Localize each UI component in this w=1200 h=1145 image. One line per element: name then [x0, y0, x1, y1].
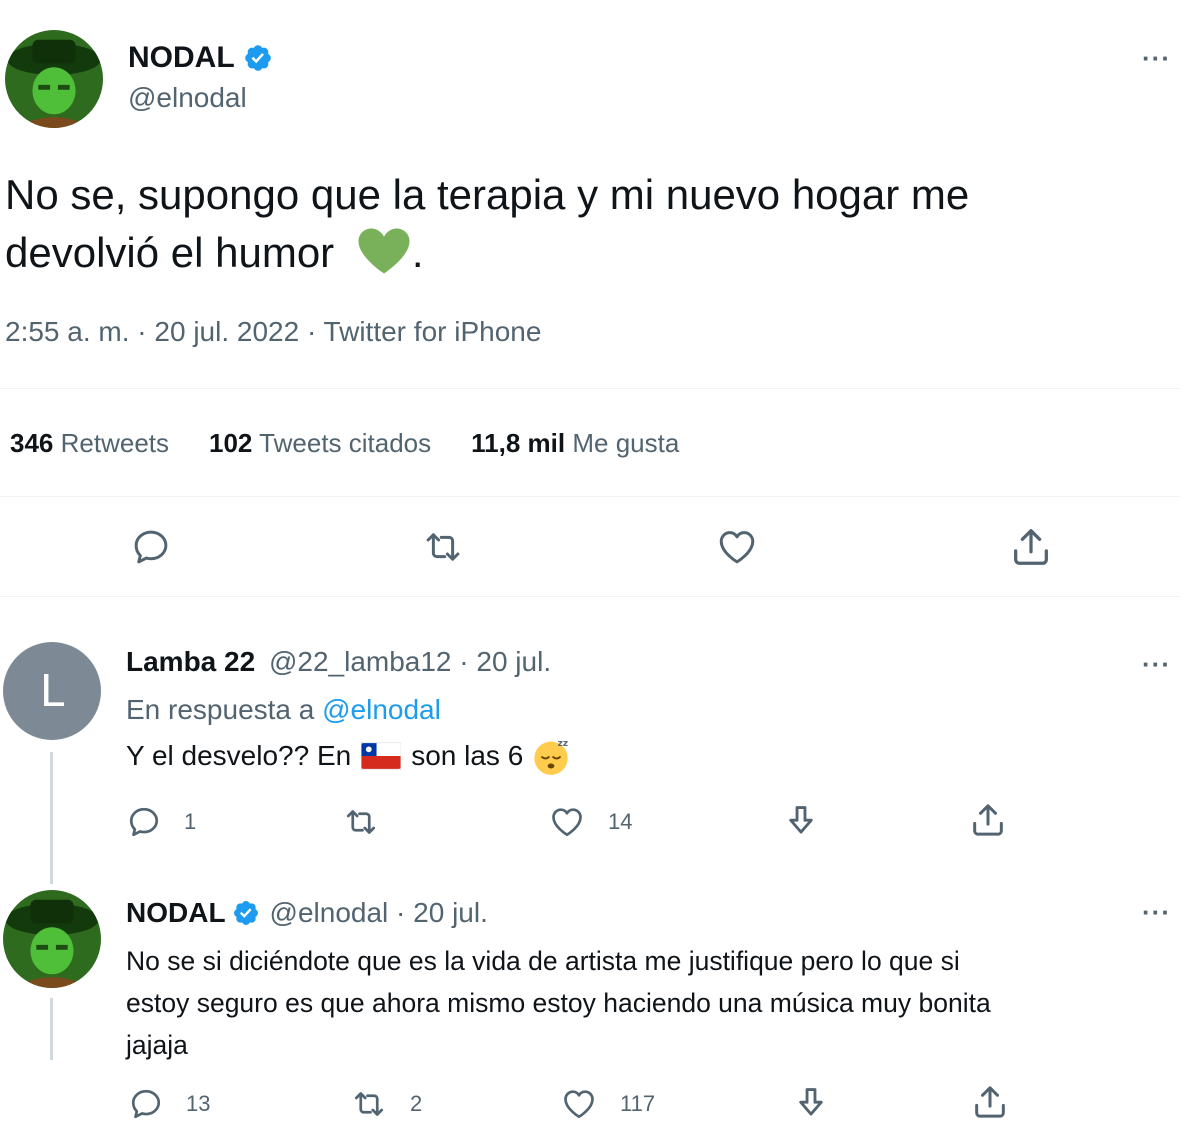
- retweet-icon: [346, 810, 376, 834]
- share-button[interactable]: [968, 800, 1008, 840]
- reply-count: 13: [186, 1091, 211, 1116]
- tweet-text: No se si diciéndote que es la vida de ar…: [126, 940, 991, 1066]
- share-icon: [975, 1086, 1005, 1118]
- retweet-button[interactable]: 2: [350, 1086, 422, 1122]
- retweet-icon: [426, 533, 460, 561]
- like-icon: [719, 531, 755, 564]
- stat-quotes[interactable]: 102 Tweets citados: [209, 428, 431, 459]
- avatar-letter: L: [39, 665, 65, 717]
- author-row: Lamba 22 @22_lamba12 · 20 jul.: [126, 646, 551, 678]
- display-name[interactable]: NODAL: [126, 897, 226, 929]
- like-count: 14: [608, 809, 633, 834]
- svg-text:zz: zz: [558, 739, 568, 749]
- thread-line: [50, 752, 53, 884]
- reply-button[interactable]: 13: [128, 1086, 210, 1122]
- author-row: NODAL: [128, 38, 273, 78]
- tweet-stats: 346 Retweets 102 Tweets citados 11,8 mil…: [10, 428, 679, 459]
- share-icon: [973, 804, 1003, 836]
- arrow-down-icon: [799, 1088, 823, 1116]
- more-options-icon[interactable]: ···: [1142, 651, 1171, 677]
- avatar-image: [3, 890, 101, 988]
- reply-icon: [131, 1089, 161, 1119]
- download-button[interactable]: [792, 1084, 830, 1122]
- like-button[interactable]: 117: [560, 1086, 655, 1122]
- share-icon: [1014, 529, 1048, 565]
- tweet-text-line: estoy seguro es que ahora mismo estoy ha…: [126, 988, 991, 1018]
- more-options-icon[interactable]: ···: [1142, 899, 1171, 925]
- stat-retweets[interactable]: 346 Retweets: [10, 428, 169, 459]
- arrow-down-icon: [789, 806, 813, 834]
- like-icon: [564, 1090, 594, 1119]
- avatar[interactable]: [3, 890, 101, 988]
- mention-link[interactable]: @elnodal: [322, 694, 441, 725]
- handle-date[interactable]: @elnodal · 20 jul.: [270, 897, 488, 929]
- tweet-text-line: devolvió el humor .: [5, 228, 424, 276]
- stat-likes[interactable]: 11,8 mil Me gusta: [471, 428, 679, 459]
- display-name[interactable]: NODAL: [128, 41, 235, 75]
- handle-date[interactable]: @22_lamba12 · 20 jul.: [269, 646, 551, 677]
- reply-button[interactable]: [130, 526, 172, 568]
- display-name[interactable]: Lamba 22: [126, 646, 255, 677]
- divider: [0, 496, 1180, 497]
- tweet-text-line: jajaja: [126, 1030, 188, 1060]
- retweet-button[interactable]: [420, 526, 466, 568]
- like-button[interactable]: 14: [548, 804, 632, 840]
- green-heart-icon: [358, 228, 410, 274]
- reply-count: 1: [184, 809, 197, 834]
- download-button[interactable]: [782, 802, 820, 840]
- reply-context: En respuesta a @elnodal: [126, 694, 441, 725]
- share-button[interactable]: [970, 1082, 1010, 1122]
- reply-icon: [129, 807, 159, 837]
- retweet-icon: [354, 1092, 384, 1116]
- reply-button[interactable]: 1: [126, 804, 196, 840]
- tweet-text-line: No se, supongo que la terapia y mi nuevo…: [5, 171, 970, 218]
- verified-icon: [232, 899, 260, 927]
- tweet-text: Y el desvelo?? En son las 6 zz: [126, 736, 571, 776]
- sleeping-face-icon: zz: [534, 739, 568, 775]
- handle[interactable]: @elnodal: [128, 82, 247, 114]
- chile-flag-icon: [361, 742, 402, 770]
- more-options-icon[interactable]: ···: [1142, 45, 1171, 71]
- verified-icon: [243, 43, 273, 73]
- retweet-button[interactable]: [342, 804, 402, 840]
- tweet-text-line: No se si diciéndote que es la vida de ar…: [126, 946, 960, 976]
- reply-icon: [134, 530, 168, 564]
- tweet-text: No se, supongo que la terapia y mi nuevo…: [5, 166, 969, 282]
- divider: [0, 596, 1180, 597]
- tweet-meta[interactable]: 2:55 a. m. · 20 jul. 2022 · Twitter for …: [5, 316, 541, 348]
- like-count: 117: [620, 1091, 656, 1116]
- like-button[interactable]: [715, 526, 759, 568]
- avatar-image: [5, 30, 103, 128]
- share-button[interactable]: [1008, 524, 1054, 570]
- divider: [0, 388, 1180, 389]
- author-row: NODAL @elnodal · 20 jul.: [126, 894, 488, 932]
- retweet-count: 2: [410, 1091, 423, 1116]
- thread-line: [50, 998, 53, 1060]
- avatar[interactable]: [5, 30, 103, 128]
- like-icon: [552, 808, 582, 837]
- avatar[interactable]: L: [3, 642, 101, 740]
